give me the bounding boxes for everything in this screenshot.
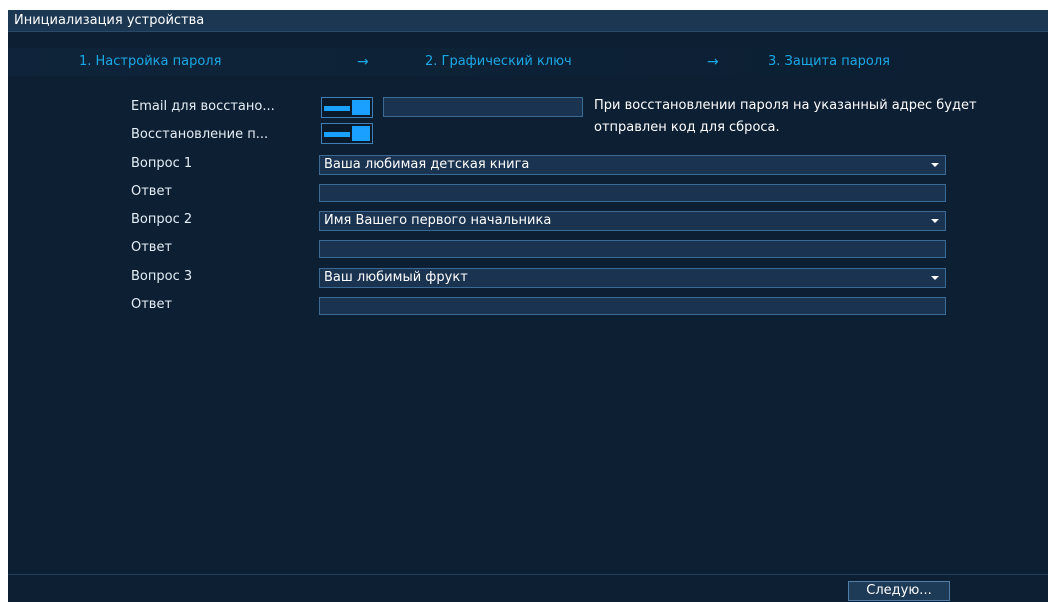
question-3-select[interactable]: Ваш любимый фрукт: [319, 268, 946, 288]
toggle-track: [324, 106, 350, 111]
step-arrow-icon: →: [357, 54, 369, 70]
device-init-window: Инициализация устройства 1. Настройка па…: [8, 10, 1048, 602]
answer-1-input[interactable]: [319, 184, 946, 202]
question-1-select[interactable]: Ваша любимая детская книга: [319, 155, 946, 175]
question-1-value: Ваша любимая детская книга: [324, 157, 530, 172]
answer-2-label: Ответ: [131, 240, 173, 255]
answer-3-input[interactable]: [319, 297, 946, 315]
email-label: Email для восстано...: [131, 99, 275, 114]
dropdown-caret-icon: [931, 276, 939, 280]
question-3-value: Ваш любимый фрукт: [324, 270, 468, 285]
email-toggle[interactable]: [321, 97, 373, 118]
answer-2-input[interactable]: [319, 240, 946, 258]
step-password-setup: 1. Настройка пароля: [79, 54, 222, 69]
footer-bar: Следую...: [8, 574, 1048, 602]
toggle-knob: [352, 100, 370, 115]
answer-1-label: Ответ: [131, 184, 173, 199]
question-2-label: Вопрос 2: [131, 212, 193, 227]
answer-3-label: Ответ: [131, 297, 173, 312]
question-2-value: Имя Вашего первого начальника: [324, 213, 552, 228]
recovery-label: Восстановление п...: [131, 127, 269, 142]
question-2-select[interactable]: Имя Вашего первого начальника: [319, 211, 946, 231]
dropdown-caret-icon: [931, 163, 939, 167]
step-password-protection: 3. Защита пароля: [768, 54, 891, 69]
next-button[interactable]: Следую...: [848, 581, 950, 601]
email-hint-text: При восстановлении пароля на указанный а…: [594, 98, 977, 135]
step-arrow-icon: →: [707, 54, 719, 70]
question-3-label: Вопрос 3: [131, 269, 193, 284]
dropdown-caret-icon: [931, 219, 939, 223]
email-input[interactable]: [383, 97, 583, 117]
question-1-label: Вопрос 1: [131, 156, 193, 171]
toggle-knob: [352, 126, 370, 141]
wizard-steps: 1. Настройка пароля → 2. Графический клю…: [8, 48, 1048, 76]
toggle-track: [324, 132, 350, 137]
window-title: Инициализация устройства: [8, 10, 1048, 32]
step-graphic-key: 2. Графический ключ: [425, 54, 572, 69]
recovery-toggle[interactable]: [321, 123, 373, 144]
